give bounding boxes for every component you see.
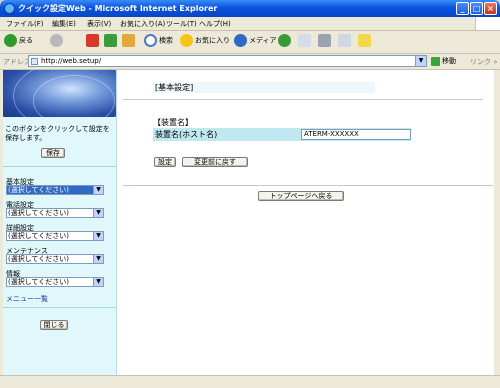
forward-button[interactable]	[50, 34, 65, 50]
address-url: http://web.setup/	[41, 57, 102, 65]
menu-favorites[interactable]: お気に入り(A)	[120, 19, 165, 29]
hostname-row: 装置名(ホスト名) ATERM-XXXXXX	[153, 128, 411, 141]
address-bar: アドレス(D) http://web.setup/ ▼ 移動 リンク »	[0, 54, 500, 70]
menu-help[interactable]: ヘルプ(H)	[199, 19, 231, 29]
hostname-input[interactable]: ATERM-XXXXXX	[301, 129, 411, 140]
menu-file[interactable]: ファイル(F)	[6, 19, 44, 29]
close-button[interactable]: ×	[484, 2, 497, 15]
menu-view[interactable]: 表示(V)	[87, 19, 111, 29]
info-select[interactable]: (選択してください) ▼	[6, 277, 104, 287]
address-input[interactable]: http://web.setup/ ▼	[28, 55, 427, 67]
save-button[interactable]: 保存	[41, 148, 65, 158]
window-title: クイック設定Web - Microsoft Internet Explorer	[18, 4, 218, 13]
media-button[interactable]: メディア	[234, 34, 277, 50]
chevron-down-icon: ▼	[93, 232, 103, 240]
history-icon	[278, 34, 291, 47]
maximize-button[interactable]: □	[470, 2, 483, 15]
page-icon	[31, 58, 38, 65]
back-arrow-icon	[4, 34, 17, 47]
stop-icon	[86, 34, 99, 47]
home-icon	[122, 34, 135, 47]
divider	[123, 99, 483, 100]
windows-logo-icon	[475, 17, 500, 30]
set-button[interactable]: 設定	[154, 157, 176, 167]
menu-edit[interactable]: 編集(E)	[52, 19, 76, 29]
chevron-down-icon: ▼	[93, 209, 103, 217]
stop-button[interactable]	[86, 34, 101, 50]
status-bar	[0, 375, 500, 388]
back-button[interactable]: 戻る	[4, 34, 33, 50]
print-button[interactable]	[318, 34, 333, 50]
advanced-settings-select[interactable]: (選択してください) ▼	[6, 231, 104, 241]
chevron-down-icon: ▼	[93, 255, 103, 263]
refresh-icon	[104, 34, 117, 47]
print-icon	[318, 34, 331, 47]
menu-bar: ファイル(F) 編集(E) 表示(V) お気に入り(A) ツール(T) ヘルプ(…	[0, 17, 500, 31]
divider	[123, 185, 493, 186]
divider	[3, 166, 116, 167]
links-button[interactable]: リンク »	[470, 57, 498, 67]
section-title: 【装置名】	[153, 118, 193, 127]
chevron-down-icon: ▼	[93, 278, 103, 286]
phone-settings-select[interactable]: (選択してください) ▼	[6, 208, 104, 218]
browser-window: クイック設定Web - Microsoft Internet Explorer …	[0, 0, 500, 388]
go-button[interactable]: 移動	[431, 56, 456, 66]
forward-arrow-icon	[50, 34, 63, 47]
toolbar: 戻る 検索 お気に入り メディア	[0, 31, 500, 54]
hostname-label: 装置名(ホスト名)	[155, 130, 218, 139]
favorites-button[interactable]: お気に入り	[180, 34, 230, 50]
messenger-button[interactable]	[358, 34, 373, 50]
go-arrow-icon	[431, 56, 440, 66]
basic-settings-select[interactable]: (選択してください) ▼	[6, 185, 104, 195]
chevron-down-icon[interactable]: ▼	[415, 56, 426, 66]
mail-icon	[298, 34, 311, 47]
main-panel: [基本設定] 【装置名】 装置名(ホスト名) ATERM-XXXXXX 設定 変…	[117, 70, 494, 375]
history-button[interactable]	[278, 34, 293, 50]
edit-icon	[338, 34, 351, 47]
page-title: [基本設定]	[153, 82, 375, 93]
page-content: このボタンをクリックして設定を保存します。 保存 基本設定 (選択してください)…	[3, 70, 494, 375]
close-window-button[interactable]: 閉じる	[40, 320, 68, 330]
minimize-button[interactable]: _	[456, 2, 469, 15]
home-button[interactable]	[122, 34, 137, 50]
star-icon	[180, 34, 193, 47]
title-bar: クイック設定Web - Microsoft Internet Explorer …	[0, 0, 500, 17]
media-icon	[234, 34, 247, 47]
mail-button[interactable]	[298, 34, 313, 50]
ie-logo-icon	[4, 3, 15, 14]
edit-button[interactable]	[338, 34, 353, 50]
menu-tools[interactable]: ツール(T)	[166, 19, 197, 29]
revert-button[interactable]: 変更前に戻す	[182, 157, 248, 167]
search-icon	[144, 34, 157, 47]
maintenance-select[interactable]: (選択してください) ▼	[6, 254, 104, 264]
refresh-button[interactable]	[104, 34, 119, 50]
note-icon	[358, 34, 371, 47]
divider	[3, 307, 116, 308]
save-help-text: このボタンをクリックして設定を保存します。	[5, 125, 110, 142]
sidebar: このボタンをクリックして設定を保存します。 保存 基本設定 (選択してください)…	[3, 70, 117, 375]
chevron-down-icon: ▼	[93, 186, 103, 194]
menu-list-link[interactable]: メニュー一覧	[6, 294, 48, 304]
top-page-button[interactable]: トップページへ戻る	[258, 191, 344, 201]
search-button[interactable]: 検索	[144, 34, 173, 50]
banner-image	[3, 70, 116, 117]
